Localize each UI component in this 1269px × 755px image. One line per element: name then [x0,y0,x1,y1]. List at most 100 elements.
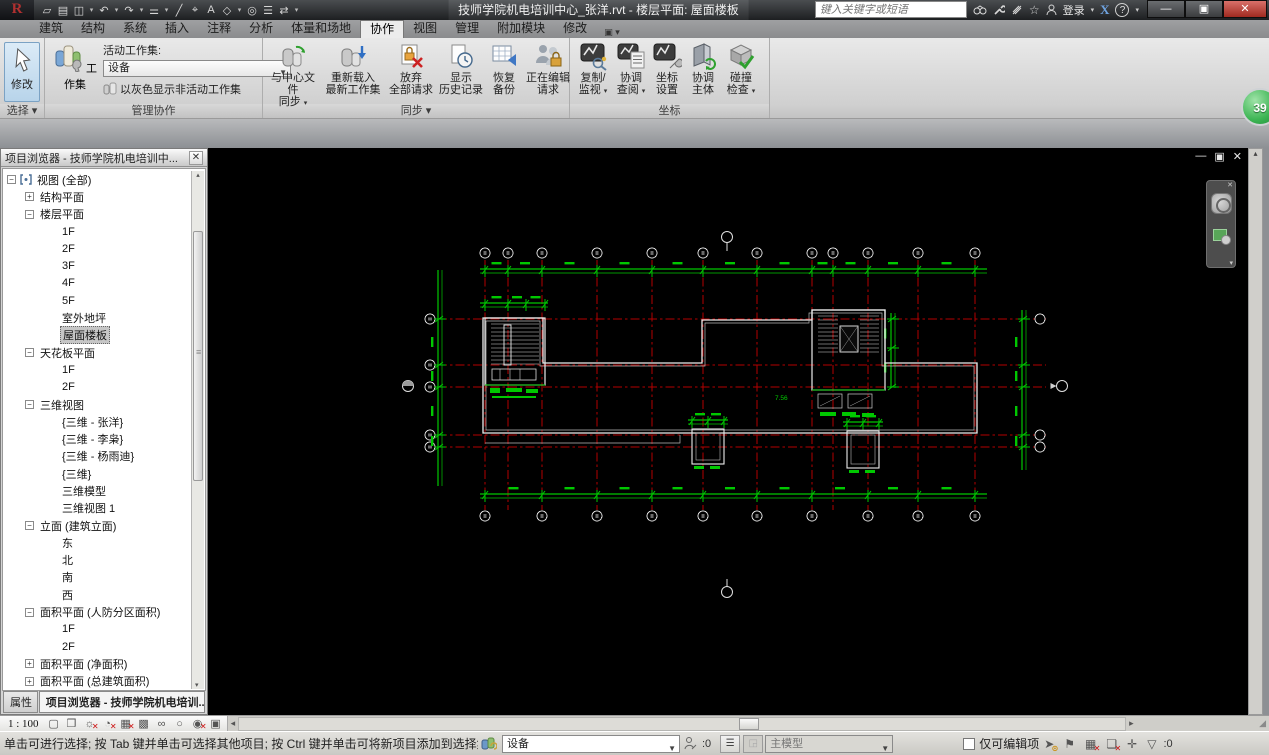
show-crop-icon[interactable]: ▩ [137,717,151,730]
coord-review-button[interactable]: 协调 查阅 ▾ [614,41,648,98]
browser-item[interactable]: 2F [3,240,192,257]
browser-item[interactable]: 4F [3,275,192,292]
ribbon-display-toggle[interactable]: ▣ ▾ [596,27,628,38]
sync-central-button[interactable]: 与中心文件 同步 ▾ [267,41,319,110]
scroll-down-arrow[interactable]: ▾ [195,681,199,689]
tab-properties[interactable]: 属性 [3,691,38,713]
expand-icon[interactable]: + [25,659,34,669]
chevron-down-icon[interactable]: ▾ [88,6,95,14]
signin-person-icon[interactable] [1046,4,1057,16]
constraints-icon[interactable]: ▣ [209,717,223,730]
collapse-icon[interactable]: − [7,175,16,185]
drawing-area[interactable]: 7.56 — ▣ ✕ ✕ ▾ [208,148,1248,715]
browser-item[interactable]: 2F [3,638,192,655]
detail-level-icon[interactable]: ▢ [47,717,61,730]
browser-item-label[interactable]: 4F [60,277,77,289]
vertical-scrollbar[interactable]: ▴ [1248,148,1263,715]
browser-item-label[interactable]: 楼层平面 [38,206,86,222]
chevron-down-icon[interactable]: ▾ [113,6,120,14]
browser-item-label[interactable]: 面积平面 (总建筑面积) [38,673,151,689]
floor-plan-drawing[interactable]: 7.56 [208,148,1248,715]
communication-icon[interactable] [1011,4,1023,16]
close-icon[interactable]: ✕ [189,150,203,165]
browser-item[interactable]: 三维模型 [3,482,192,499]
close-button[interactable]: ✕ [1223,0,1267,18]
browser-item-label[interactable]: 3F [60,260,77,272]
editable-only-checkbox[interactable]: 仅可编辑项 [963,735,1039,752]
browser-item-label[interactable]: {三维 - 杨雨迪} [60,448,136,464]
view-scale[interactable]: 1 : 100 [4,718,43,730]
browser-item[interactable]: − 视图 (全部) [3,171,192,188]
select-pinned-icon[interactable]: ▦ ✕ [1085,737,1100,753]
worksharing-display-icon[interactable]: ◉ ✕ [191,717,207,731]
history-button[interactable]: 显示 历史记录 [437,41,485,96]
relinquish-button[interactable]: 放弃 全部请求 [387,41,435,96]
browser-item-label[interactable]: 立面 (建筑立面) [38,518,118,534]
thin-lines-icon[interactable]: ☰ [261,4,275,17]
copy-monitor-button[interactable]: 复制/监视 ▾ [574,41,612,98]
help-dropdown-arrow[interactable]: ▾ [1135,6,1139,14]
restore-button[interactable]: ▣ [1185,0,1223,18]
browser-item[interactable]: {三维 - 张洋} [3,413,192,430]
browser-item-label[interactable]: 面积平面 (净面积) [38,656,129,672]
browser-item[interactable]: 三维视图 1 [3,500,192,517]
revit-logo-icon[interactable]: R [0,0,34,20]
browser-item[interactable]: 西 [3,586,192,603]
aligned-dimension-icon[interactable]: ╱ [172,4,186,17]
browser-item[interactable]: − 立面 (建筑立面) [3,517,192,534]
design-options-icon[interactable]: ☰ [720,734,741,753]
redo-icon[interactable]: ↷ [122,4,136,17]
browser-item-label[interactable]: 2F [60,243,77,255]
browser-item-label[interactable]: 北 [60,552,75,568]
browser-item-label[interactable]: {三维} [60,466,93,482]
browser-item-label[interactable]: 1F [60,623,77,635]
reload-latest-button[interactable]: 重新载入 最新工作集 [321,41,385,96]
stair-core-right[interactable] [811,309,886,409]
browser-item[interactable]: 屋面楼板 [3,326,192,345]
checkbox-icon[interactable] [963,737,976,750]
browser-item[interactable]: 2F [3,379,192,396]
browser-item[interactable]: {三维 - 李枭} [3,430,192,447]
expand-icon[interactable]: + [25,676,34,686]
design-option-select[interactable]: 主模型 ▼ [765,734,894,753]
tab-view[interactable]: 视图 [404,20,446,38]
select-links-icon[interactable]: ➤ ⊙ [1044,737,1058,753]
browser-item[interactable]: 南 [3,569,192,586]
roof-shaft-2[interactable] [846,430,880,469]
view-minimize-icon[interactable]: — [1195,150,1206,163]
select-panel-label[interactable]: 选择 ▾ [0,104,44,118]
tab-massing-site[interactable]: 体量和场地 [282,20,360,38]
wrench-icon[interactable] [993,4,1005,16]
browser-item[interactable]: 5F [3,292,192,309]
tag-icon[interactable]: ⌖ [188,4,202,17]
select-by-face-icon[interactable]: ❏ ✕ [1106,737,1121,753]
horizontal-scrollbar[interactable] [238,716,1127,731]
shadows-off-icon[interactable]: ◔ ✕ [101,718,116,731]
tab-manage[interactable]: 管理 [446,20,488,38]
exchange-apps-icon[interactable]: X [1100,2,1109,18]
signin-dropdown-arrow[interactable]: ▾ [1091,6,1095,14]
browser-item-label[interactable]: 三维模型 [60,483,108,499]
browser-item-label[interactable]: 5F [60,295,77,307]
browser-item-label[interactable]: 视图 (全部) [35,172,93,188]
browser-item-label[interactable]: 2F [60,641,77,653]
tab-modify[interactable]: 修改 [554,20,596,38]
view-restore-icon[interactable]: ▣ [1214,150,1224,163]
tab-collaborate[interactable]: 协作 [360,20,405,38]
worksets-button[interactable]: 工作集 [51,42,99,92]
stair-core-left[interactable] [484,317,546,386]
visual-style-icon[interactable]: ❒ [65,717,79,730]
tab-structure[interactable]: 结构 [72,20,114,38]
hscroll-left-arrow[interactable]: ◂ [228,718,239,729]
browser-item-label[interactable]: 1F [60,364,77,376]
search-input[interactable] [814,1,967,18]
tab-analyze[interactable]: 分析 [240,20,282,38]
browser-item[interactable]: + 面积平面 (总建筑面积) [3,673,192,690]
collapse-icon[interactable]: − [25,348,34,358]
browser-item[interactable]: − 面积平面 (人防分区面积) [3,603,192,620]
search-icon[interactable] [973,4,987,16]
roof-outline[interactable] [482,309,978,434]
chevron-down-icon[interactable]: ▾ [138,6,145,14]
save-icon[interactable]: ▤ [56,4,70,17]
switch-windows-icon[interactable]: ⇄ [277,4,291,17]
